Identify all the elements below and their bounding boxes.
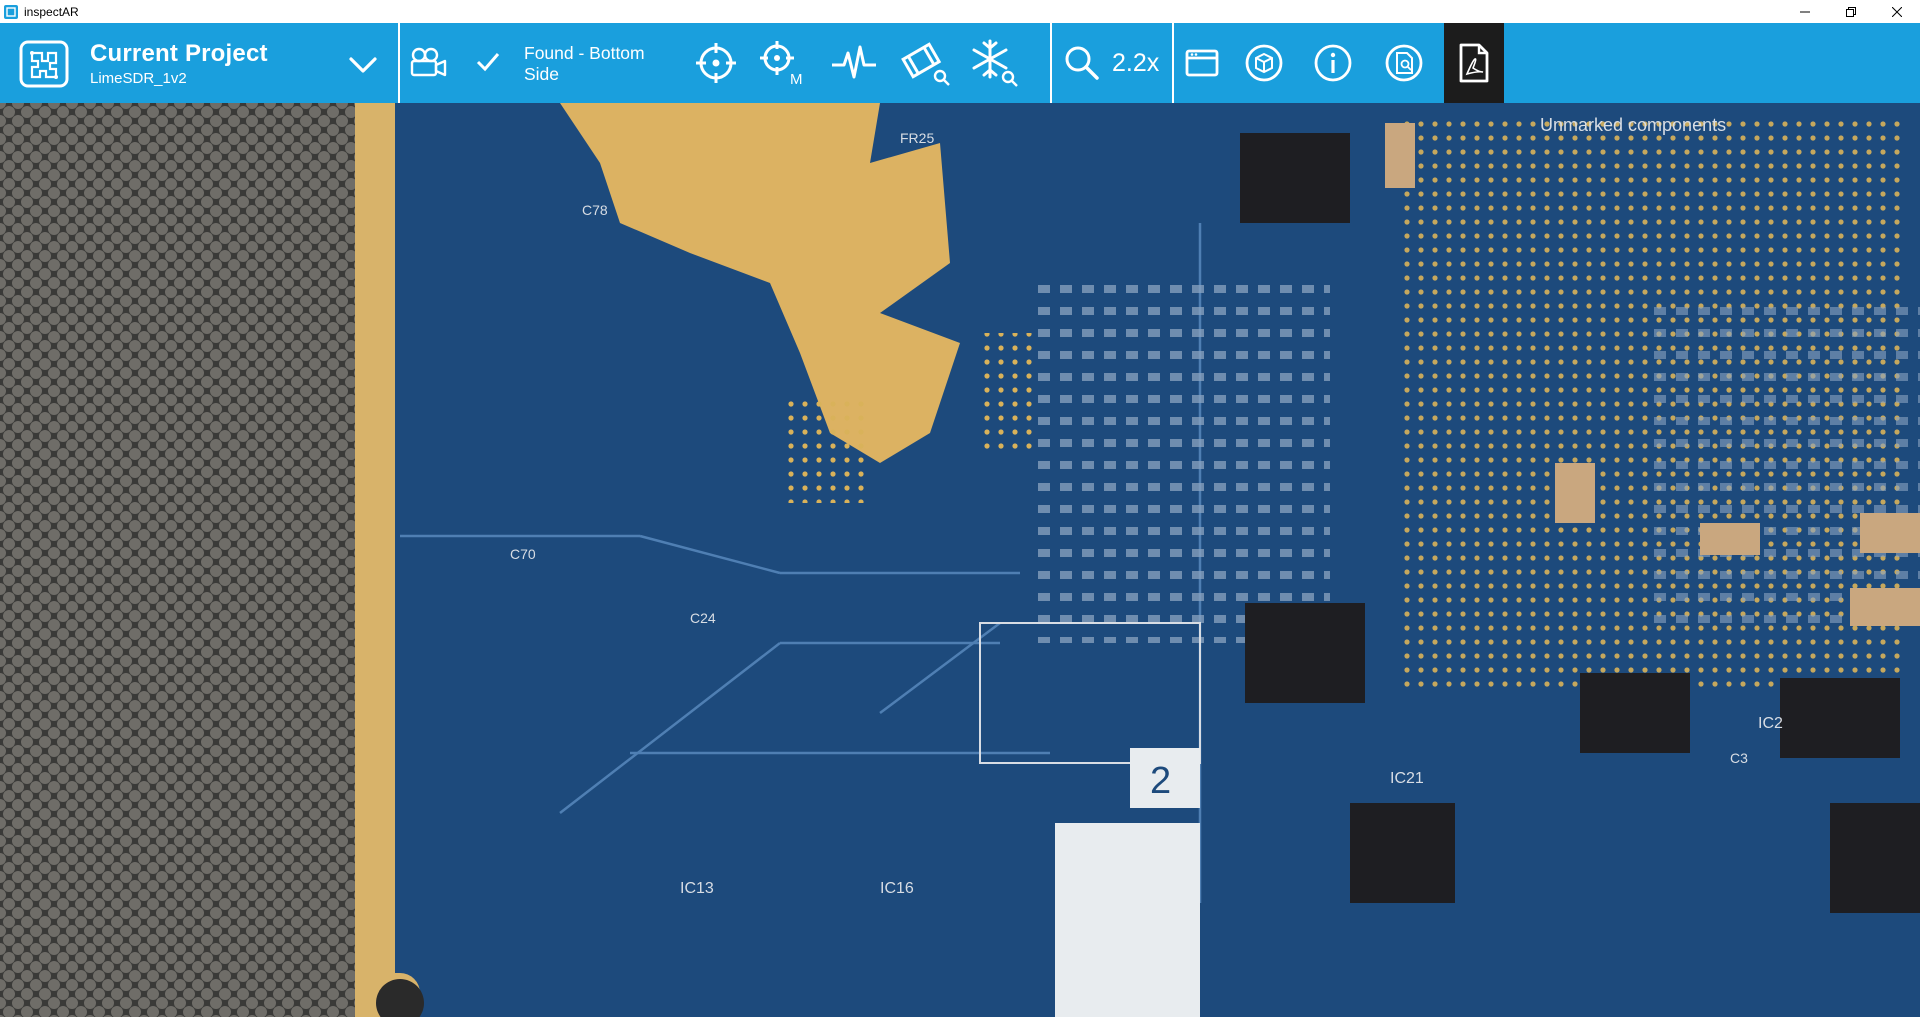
tracking-status-check xyxy=(475,50,501,79)
waveform-button[interactable] xyxy=(824,32,884,94)
silkscreen-c78: C78 xyxy=(582,202,608,218)
tracking-status: Found - Bottom Side xyxy=(524,43,645,84)
freeze-search-button[interactable] xyxy=(964,32,1024,94)
window-title: inspectAR xyxy=(24,4,79,19)
info-icon xyxy=(1314,44,1352,82)
3d-view-button[interactable] xyxy=(1234,32,1294,94)
pcb-camera-feed: 2 Unmarked components IC21 IC13 IC16 C24… xyxy=(0,103,1920,1017)
pdf-button[interactable] xyxy=(1444,23,1504,103)
m-badge: M xyxy=(790,71,803,88)
window-view-button[interactable] xyxy=(1172,32,1232,94)
app-icon xyxy=(4,4,18,19)
silkscreen-2: 2 xyxy=(1150,760,1171,802)
silkscreen-ic2: IC2 xyxy=(1758,715,1783,732)
zoom-level: 2.2x xyxy=(1112,49,1160,77)
waveform-icon xyxy=(832,45,876,79)
project-dropdown-button[interactable] xyxy=(345,51,381,79)
close-icon xyxy=(1892,6,1902,17)
silkscreen-ic21: IC21 xyxy=(1390,770,1424,787)
camera-view[interactable]: 2 Unmarked components IC21 IC13 IC16 C24… xyxy=(0,103,1920,1017)
window-title-bar: inspectAR xyxy=(0,0,1920,23)
zoom-button[interactable] xyxy=(1062,43,1102,88)
camera-icon xyxy=(410,47,447,77)
main-toolbar: Current Project LimeSDR_1v2 Found - Bott… xyxy=(0,23,1920,103)
locate-button[interactable] xyxy=(686,32,746,94)
document-search-icon xyxy=(1385,44,1423,82)
silkscreen-c3: C3 xyxy=(1730,750,1748,766)
silkscreen-ic13: IC13 xyxy=(680,880,714,897)
project-title: Current Project xyxy=(90,40,268,67)
crosshair-icon xyxy=(696,43,736,83)
camera-button[interactable] xyxy=(398,32,458,94)
info-button[interactable] xyxy=(1303,32,1363,94)
locate-multiple-button[interactable]: M xyxy=(752,32,812,94)
logo-icon xyxy=(19,40,69,88)
silkscreen-ic16: IC16 xyxy=(880,880,914,897)
pdf-icon xyxy=(1459,43,1489,83)
project-name: LimeSDR_1v2 xyxy=(90,70,187,87)
silkscreen-unmarked: Unmarked components xyxy=(1540,115,1726,135)
restore-icon xyxy=(1846,6,1856,17)
chevron-down-icon xyxy=(349,57,377,73)
silkscreen-c24: C24 xyxy=(690,610,716,626)
document-search-button[interactable] xyxy=(1374,32,1434,94)
minimize-button[interactable] xyxy=(1782,0,1828,23)
silkscreen-fr25: FR25 xyxy=(900,130,934,146)
zoom-icon xyxy=(1065,46,1099,80)
silkscreen-c70: C70 xyxy=(510,546,536,562)
component-search-button[interactable] xyxy=(896,32,956,94)
freeze-search-icon xyxy=(972,39,1018,87)
minimize-icon xyxy=(1800,11,1810,12)
crosshair-m-icon: M xyxy=(760,41,803,88)
component-search-icon xyxy=(901,42,950,86)
3d-box-icon xyxy=(1245,44,1283,82)
restore-button[interactable] xyxy=(1828,0,1874,23)
checkmark-icon xyxy=(476,53,500,72)
close-button[interactable] xyxy=(1874,0,1920,23)
window-icon xyxy=(1185,49,1219,77)
toolbar-divider xyxy=(1050,23,1052,103)
